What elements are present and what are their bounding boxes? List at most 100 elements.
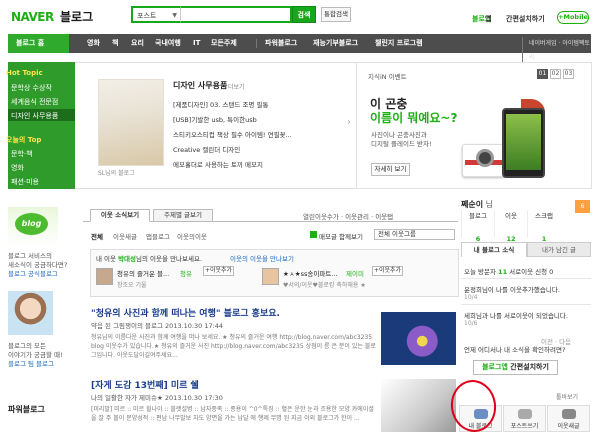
- notification-count-badge[interactable]: 6: [575, 200, 590, 213]
- quick-label: 포스트쓰기: [510, 423, 539, 430]
- avatar[interactable]: [262, 268, 279, 285]
- neighbor-suggest-name: 박대성: [118, 255, 137, 263]
- tab-my-blog-news[interactable]: 내 블로그 소식: [461, 242, 527, 257]
- event-page-3[interactable]: 03: [563, 69, 574, 79]
- activity-item[interactable]: 세희님과 나를 서로이웃이 되었습니다.: [464, 310, 568, 320]
- tab-topic-posts[interactable]: 주제별 글보기: [153, 209, 213, 222]
- event-detail-button[interactable]: 자세히 보기: [371, 163, 410, 176]
- event-page-2[interactable]: 02: [550, 69, 561, 79]
- nav-item-it[interactable]: IT: [193, 34, 200, 53]
- post-meta: 약음 된 그림쟁이의 블로그 2013.10.30 17:44: [91, 322, 224, 330]
- featured-more-link[interactable]: 더보기: [228, 82, 245, 91]
- avatar[interactable]: [96, 268, 113, 285]
- mutual-request: 서로이웃 신청 0: [507, 268, 554, 276]
- neighbor-suggest-heading: 내 이웃 박대성님의 이웃을 만나보세요.: [96, 253, 202, 263]
- activity-date: 10/4: [464, 294, 478, 301]
- nav-item-challenge[interactable]: 챌린지 프로그램: [375, 34, 423, 53]
- chevron-down-icon: ▼: [172, 12, 177, 19]
- group-select[interactable]: 전체 이웃그룹: [374, 229, 455, 240]
- chevron-right-icon[interactable]: ›: [347, 117, 351, 128]
- blog-logo[interactable]: 블로그: [60, 8, 93, 25]
- nav-item-power-blog[interactable]: 파워블로그: [265, 34, 297, 53]
- neighbor-new-button[interactable]: 이웃새글: [547, 405, 590, 432]
- today-top-item[interactable]: 문학·책: [11, 149, 33, 159]
- nav-right-links[interactable]: 네이버게임 · 아이템팩토리: [522, 37, 600, 65]
- today-top-heading: 오늘의 Top: [6, 136, 42, 144]
- featured-list-item[interactable]: [제품디자인] 03. 스탠드 조명 필통: [173, 99, 268, 109]
- app-promo-app: 앱: [485, 15, 492, 23]
- featured-title[interactable]: 디자인 사무용품: [173, 80, 227, 91]
- nav-item-talent-blog[interactable]: 재능기부블로그: [313, 34, 358, 53]
- post-excerpt[interactable]: [미리말] 미르 :: 미르 힐나이 :: 블랫설병 :: 남자종족 :: 종용…: [91, 405, 376, 423]
- post-thumbnail[interactable]: [381, 379, 456, 432]
- total-search-button[interactable]: 통합검색: [321, 7, 351, 22]
- stat-neighbor[interactable]: 이웃 12: [494, 210, 527, 243]
- stat-label: 이웃: [505, 212, 517, 220]
- neighbor-suggest-suffix: 님의 이웃을 만나보세요.: [136, 255, 203, 263]
- post-excerpt[interactable]: 청유님의 이름다운 사진과 함께 여행을 떠나 보세요. ★ 청유의 즐거운 여…: [91, 333, 376, 360]
- tab-neighbor-news[interactable]: 이웃 소식보기: [90, 209, 150, 222]
- nav-item-movie[interactable]: 영화: [87, 34, 100, 53]
- nav-item-all-topics[interactable]: 모든주제: [211, 34, 237, 53]
- post-meta: 나의 일활한 자가 제미슈★ 2013.10.30 17:30: [91, 394, 223, 402]
- event-page-1[interactable]: 01: [537, 69, 548, 79]
- nav-item-cooking[interactable]: 요리: [131, 34, 144, 53]
- today-top-item[interactable]: 패션·미용: [11, 177, 39, 187]
- team-blog-avatar[interactable]: [8, 291, 53, 335]
- featured-list-item[interactable]: 스티키오스티컵 책상 필수 아이템! 연필꽂...: [173, 129, 292, 139]
- filter-all[interactable]: 전체: [91, 231, 103, 241]
- neighbor-desc: 창조오 기울: [117, 282, 147, 289]
- neighbor-links[interactable]: 열린이웃수가 · 이웃관리 · 이웃탭: [303, 211, 393, 221]
- divider: [461, 278, 591, 279]
- app-install-link[interactable]: 간편설치하기: [506, 14, 545, 24]
- featured-list-item[interactable]: [USB]기발한 usb, 특이한usb: [173, 114, 257, 124]
- featured-list-item[interactable]: Creative 캘린더 디자인: [173, 144, 240, 154]
- write-post-button[interactable]: 포스트쓰기: [503, 405, 546, 432]
- featured-image-caption[interactable]: SL님의 블로그: [98, 168, 135, 177]
- add-neighbor-button[interactable]: +이웃추가: [372, 266, 403, 276]
- featured-list-item[interactable]: 메모홀더로 사용하는 토끼 메모지: [173, 159, 263, 169]
- stat-blog[interactable]: 블로그 6: [461, 210, 494, 243]
- neighbor-suggest-link[interactable]: 이웃의 이웃을 만나보기: [230, 253, 294, 263]
- search-type-label: 포스트: [137, 12, 157, 20]
- neighbor-name[interactable]: 청유의 즐거운 블...: [117, 268, 169, 278]
- tab-my-comments[interactable]: 내가 남긴 글: [527, 242, 591, 257]
- search-button[interactable]: 검색: [292, 6, 316, 23]
- naver-logo[interactable]: NAVER: [11, 10, 54, 24]
- toolbar-link[interactable]: 툴바보기: [556, 392, 578, 401]
- filter-app-blog[interactable]: 앱블로그: [146, 231, 170, 241]
- filter-neighbor-new[interactable]: 이웃새글: [113, 231, 137, 241]
- today-top-item[interactable]: 영화: [11, 163, 24, 173]
- post-title[interactable]: [자게 도감 13번째] 미르 쉘: [91, 378, 199, 391]
- neighbor-desc: ♥서의/이웃♥블로킹 축하해용 ★: [283, 282, 366, 289]
- hot-topic-item[interactable]: 문학상 수상작: [11, 83, 52, 93]
- stat-scrap[interactable]: 스크랩 1: [527, 210, 560, 243]
- post-thumbnail[interactable]: [381, 312, 456, 365]
- mobile-button[interactable]: +Mobile: [557, 11, 589, 24]
- memo-checkbox[interactable]: [310, 231, 317, 238]
- activity-item[interactable]: 윤정희님이 나를 이웃추가했습니다.: [464, 284, 560, 294]
- hot-topic-item[interactable]: 디자인 사무용품: [11, 111, 58, 121]
- app-install-button[interactable]: 블로그앱 간편설치하기: [473, 360, 558, 375]
- app-install-brand: 블로그앱: [482, 363, 508, 371]
- nav-blog-home[interactable]: 블로그 홈: [8, 34, 69, 53]
- hot-topic-item[interactable]: 세계음식 전문점: [11, 97, 58, 107]
- team-blog-link[interactable]: 블로그 팀 블로그: [8, 358, 54, 368]
- neighbor-name[interactable]: ★ㅅ★ss송이파트...: [283, 268, 338, 278]
- neighbor-tag: 청유: [180, 270, 192, 278]
- nav-item-travel[interactable]: 국내여행: [155, 34, 181, 53]
- power-blog-heading[interactable]: 파워블로그: [8, 404, 45, 415]
- filter-neighbor-of-neighbor[interactable]: 이웃의이웃: [177, 231, 207, 241]
- profile-name[interactable]: 쩨순이 님: [461, 199, 493, 210]
- add-neighbor-button[interactable]: +이웃추가: [203, 266, 234, 276]
- post-title[interactable]: "청유의 사진과 함께 떠나는 여행" 블로그 홍보요.: [91, 306, 280, 319]
- profile-name-text: 쩨순이: [461, 200, 484, 209]
- featured-image[interactable]: [98, 79, 164, 166]
- pencil-icon: [517, 409, 532, 419]
- nav-item-book[interactable]: 책: [112, 34, 118, 53]
- blog-official-link[interactable]: 블로그 공식블로그: [8, 268, 58, 278]
- activity-date: 10/6: [464, 320, 478, 327]
- search-type-select[interactable]: 포스트 ▼: [131, 6, 181, 23]
- event-title-line2: 이름이 뭐예요~?: [370, 111, 458, 125]
- stat-label: 스크랩: [535, 212, 553, 220]
